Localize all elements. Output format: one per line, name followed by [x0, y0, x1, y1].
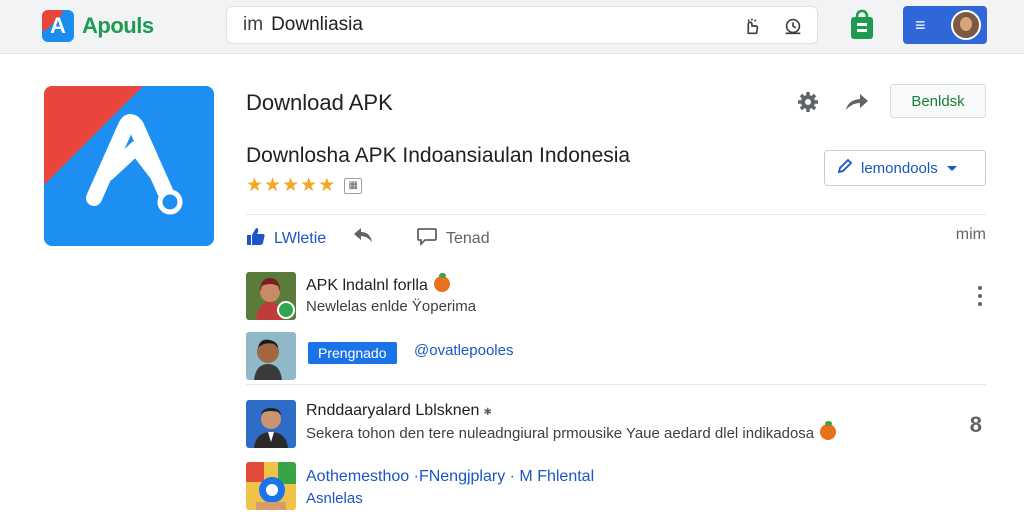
list-item[interactable]: Aothemesthoo ·FNengjplary · M Fhlental A…	[246, 462, 986, 510]
item-title: APK lndalnl forlla	[306, 273, 450, 295]
list-item[interactable]: Prengnado @ovatlepooles	[246, 332, 986, 380]
app-icon	[44, 86, 214, 246]
reply-button[interactable]	[352, 226, 374, 249]
star-icon: ★	[300, 175, 318, 196]
pencil-icon	[837, 158, 853, 178]
fruit-icon	[433, 273, 450, 292]
fruit-icon	[820, 421, 837, 440]
options-dropdown[interactable]: lemondools	[824, 150, 986, 186]
search-input[interactable]	[271, 14, 712, 36]
menu-icon[interactable]: ≡	[915, 15, 926, 36]
reply-icon	[352, 226, 374, 249]
search-tools	[739, 14, 805, 38]
brand[interactable]: A Apouls	[42, 10, 154, 42]
brand-logo-glyph: A	[50, 13, 66, 38]
more-link[interactable]: mim	[956, 226, 986, 244]
verified-icon: ✱	[483, 407, 492, 418]
chevron-down-icon	[946, 160, 958, 177]
comment-icon	[416, 226, 438, 251]
top-bar: A Apouls im ≡	[0, 0, 1024, 54]
action-bar: LWletie Tenad mim	[246, 226, 986, 250]
item-title-text: APK lndalnl forlla	[306, 277, 428, 294]
star-icon: ★	[282, 175, 300, 196]
shopping-bag-icon[interactable]	[848, 9, 876, 41]
list-item[interactable]: Rnddaaryalard Lblsknen ✱ Sekera tohon den…	[246, 400, 986, 450]
item-count[interactable]: 8	[970, 412, 982, 438]
tag-button[interactable]: Prengnado	[308, 342, 397, 364]
dropdown-label: lemondools	[861, 159, 938, 177]
share-icon[interactable]	[844, 90, 870, 119]
brand-name: Apouls	[82, 13, 154, 38]
item-title-link[interactable]: Aothemesthoo ·FNengjplary · M Fhlental	[306, 468, 594, 486]
app-title: Download APK	[246, 90, 393, 115]
item-thumbnail	[246, 400, 296, 448]
comment-button[interactable]: Tenad	[416, 226, 490, 251]
like-label: LWletie	[274, 229, 327, 247]
search-prefix: im	[243, 14, 264, 35]
item-thumbnail	[246, 272, 296, 320]
pointer-icon[interactable]	[739, 14, 763, 38]
rating-info-icon[interactable]: ▦	[344, 178, 363, 194]
user-avatar[interactable]	[951, 10, 981, 40]
more-options-icon[interactable]	[974, 284, 986, 308]
item-subtitle-link[interactable]: Asnlelas	[306, 490, 363, 507]
item-subtitle: Newlelas enlde Ÿoperima	[306, 298, 477, 315]
item-subtitle-text: Sekera tohon den tere nuleadngiural prmo…	[306, 425, 815, 442]
star-icon: ★	[318, 175, 336, 196]
search-bar[interactable]: im	[226, 6, 818, 44]
history-icon[interactable]	[781, 14, 805, 38]
item-title: Rnddaaryalard Lblsknen ✱	[306, 402, 492, 420]
item-title-text: Rnddaaryalard Lblsknen	[306, 402, 480, 419]
list-item[interactable]: APK lndalnl forlla Newlelas enlde Ÿoperi…	[246, 272, 986, 322]
account-button[interactable]: ≡	[903, 6, 987, 44]
user-handle-link[interactable]: @ovatlepooles	[414, 342, 513, 359]
divider	[246, 214, 986, 215]
item-subtitle: Sekera tohon den tere nuleadngiural prmo…	[306, 421, 837, 442]
item-thumbnail	[246, 332, 296, 380]
item-thumbnail	[246, 462, 296, 510]
gear-icon[interactable]	[796, 90, 820, 119]
install-button[interactable]: Benldsk	[890, 84, 986, 118]
divider	[246, 384, 986, 385]
thumbs-up-icon	[246, 226, 266, 251]
brand-logo-icon: A	[42, 10, 74, 42]
like-button[interactable]: LWletie	[246, 226, 326, 251]
star-icon: ★	[264, 175, 282, 196]
star-icon: ★	[246, 175, 264, 196]
app-subtitle: Downlosha APK Indoansiaulan Indonesia	[246, 144, 631, 167]
rating-stars: ★ ★ ★ ★ ★ ▦	[246, 175, 363, 196]
comment-label: Tenad	[446, 229, 490, 247]
